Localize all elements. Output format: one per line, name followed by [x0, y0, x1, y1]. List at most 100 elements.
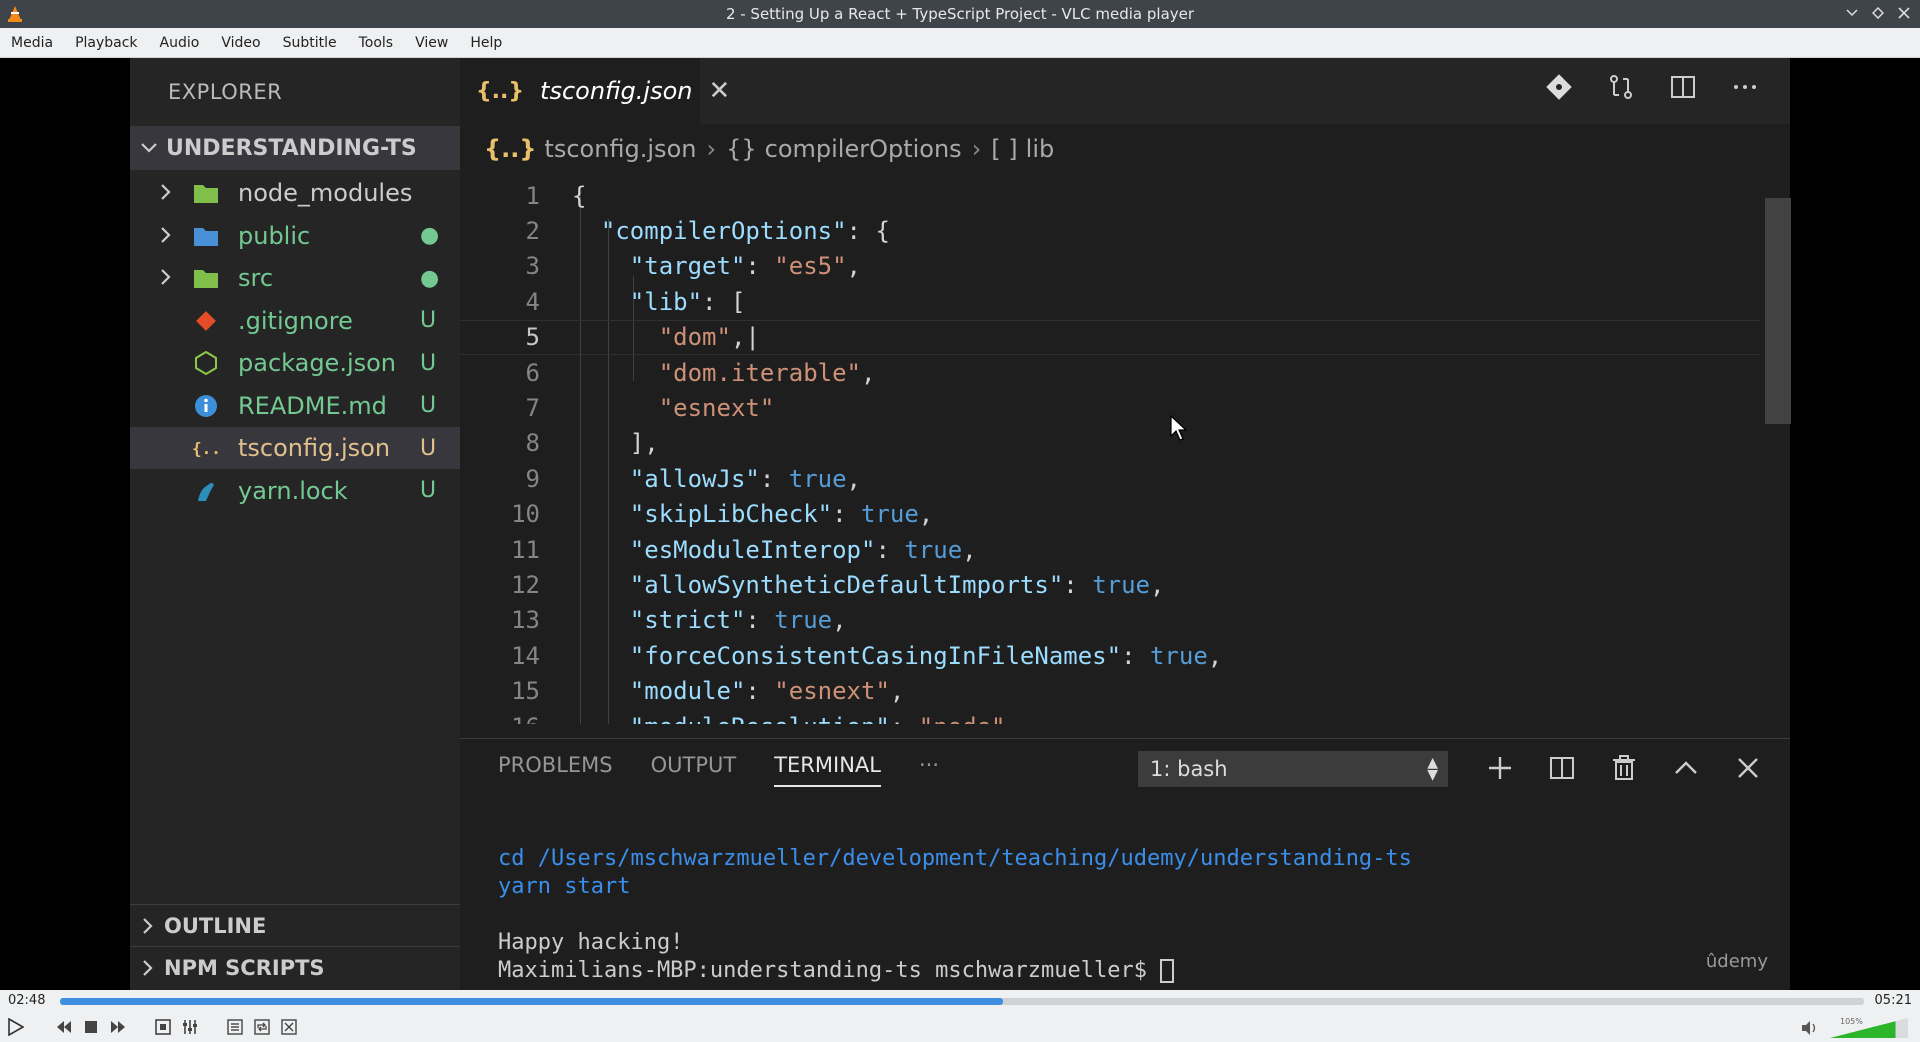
tree-item: package.json U: [130, 342, 460, 384]
tab-terminal: TERMINAL: [774, 753, 881, 787]
tab-close-icon: ✕: [708, 76, 731, 106]
code-line: 8 ],: [460, 426, 1760, 461]
code-text: "module": "esnext",: [629, 677, 905, 706]
terminal-selector: 1: bash ▲ ▼: [1138, 751, 1448, 787]
folder-icon: [192, 264, 220, 292]
udemy-watermark: ûdemy: [1705, 951, 1768, 972]
code-line: 4 "lib": [: [460, 284, 1760, 319]
chevron-right-icon: [160, 179, 172, 207]
yarn-icon: [192, 477, 220, 505]
object-icon: {}: [726, 135, 757, 163]
code-text: "dom.iterable",: [658, 358, 876, 387]
git-status-badge: U: [420, 393, 437, 418]
open-changes-icon: [1606, 72, 1636, 102]
code-text: "target": "es5",: [629, 252, 861, 281]
git-icon: [192, 307, 220, 335]
maximize-panel-icon: [1671, 753, 1701, 783]
breadcrumb-file: tsconfig.json: [544, 135, 697, 163]
shuffle-button[interactable]: [278, 1016, 300, 1038]
terminal-command: yarn start: [498, 874, 631, 899]
loop-button[interactable]: [251, 1016, 273, 1038]
terminal-message: Happy hacking!: [498, 930, 684, 955]
git-status-badge: ●: [420, 265, 440, 291]
code-line: 16 "moduleResolution": "node",: [460, 709, 1760, 725]
breadcrumb-array: lib: [1025, 135, 1055, 163]
video-area[interactable]: EXPLORER UNDERSTANDING-TS node_modules pu…: [0, 58, 1920, 990]
trash-icon: [1609, 753, 1639, 783]
explorer-sidebar: EXPLORER UNDERSTANDING-TS node_modules pu…: [130, 58, 460, 990]
terminal-command: cd /Users/mschwarzmueller/development/te…: [498, 846, 1412, 871]
playlist-button[interactable]: [224, 1016, 246, 1038]
tree-item-label: tsconfig.json: [238, 434, 391, 462]
tree-item-label: package.json: [238, 349, 397, 377]
git-status-badge: U: [420, 308, 437, 333]
seek-slider[interactable]: [60, 998, 1864, 1005]
git-status-badge: U: [420, 350, 437, 376]
outline-label: OUTLINE: [164, 913, 267, 938]
seek-progress: [60, 998, 1004, 1005]
code-editor[interactable]: 1{2 "compilerOptions": {3 "target": "es5…: [460, 174, 1790, 724]
tree-item-label: .gitignore: [238, 306, 353, 335]
line-number: 3: [525, 252, 540, 281]
code-line: 5 "dom",|: [460, 319, 1760, 355]
chevron-right-icon: [143, 917, 153, 934]
project-header: UNDERSTANDING-TS: [130, 126, 460, 170]
vlc-cone-icon: [8, 6, 22, 22]
chevron-right-icon: [160, 222, 172, 250]
speaker-icon[interactable]: [1802, 1021, 1816, 1035]
menu-help[interactable]: Help: [459, 35, 513, 51]
menu-tools[interactable]: Tools: [348, 35, 405, 51]
minimize-icon[interactable]: [1844, 4, 1860, 22]
tab-output: OUTPUT: [650, 753, 737, 777]
code-line: 11 "esModuleInterop": true,: [460, 532, 1760, 567]
next-button[interactable]: [107, 1016, 129, 1038]
code-text: "allowJs": true,: [629, 464, 861, 493]
stop-button[interactable]: [80, 1016, 102, 1038]
menu-media[interactable]: Media: [0, 35, 64, 51]
chevron-right-icon: ›: [971, 135, 982, 163]
outline-section: OUTLINE: [130, 904, 460, 946]
node-icon: [192, 349, 220, 377]
elapsed-time: 02:48: [8, 993, 46, 1008]
tree-item: README.md U: [130, 385, 460, 427]
panel-more-icon: ···: [918, 753, 940, 777]
line-number: 2: [525, 216, 540, 245]
fullscreen-button[interactable]: [152, 1016, 174, 1038]
code-line: 3 "target": "es5",: [460, 249, 1760, 284]
tab-problems: PROBLEMS: [498, 753, 613, 777]
line-number: 12: [511, 570, 540, 599]
menu-playback[interactable]: Playback: [64, 35, 148, 51]
play-button[interactable]: [4, 1016, 26, 1038]
mouse-pointer-icon: [1170, 415, 1188, 441]
menu-subtitle[interactable]: Subtitle: [272, 35, 348, 51]
scrollbar-thumb[interactable]: [1765, 198, 1791, 424]
tree-item: {..} tsconfig.json U: [130, 427, 460, 469]
chevron-right-icon: ›: [706, 135, 717, 163]
new-terminal-icon: [1485, 753, 1515, 783]
code-text: "lib": [: [629, 287, 746, 316]
breadcrumb-object: compilerOptions: [764, 135, 962, 163]
tree-item: src ●: [130, 257, 460, 299]
code-text: "dom",|: [658, 323, 760, 352]
volume-slider[interactable]: 105%: [1800, 1014, 1910, 1040]
menu-video[interactable]: Video: [210, 35, 271, 51]
menu-audio[interactable]: Audio: [149, 35, 211, 51]
maximize-icon[interactable]: [1870, 4, 1886, 22]
close-icon[interactable]: [1896, 4, 1912, 22]
terminal-selector-value: 1: bash: [1150, 757, 1228, 781]
total-time: 05:21: [1874, 993, 1912, 1008]
menu-view[interactable]: View: [404, 35, 459, 51]
code-text: "moduleResolution": "node",: [572, 713, 1020, 725]
extended-settings-button[interactable]: [179, 1016, 201, 1038]
terminal-cursor: [1160, 959, 1175, 983]
chevron-down-icon: [141, 143, 157, 153]
line-number: 13: [511, 606, 540, 635]
editor-scrollbar[interactable]: [1765, 168, 1791, 728]
git-status-badge: U: [420, 478, 437, 503]
chevron-right-icon: [143, 959, 153, 976]
split-editor-icon: [1668, 72, 1698, 102]
git-status-badge: U: [420, 435, 437, 461]
json-icon: {..}: [192, 434, 220, 462]
line-number: 4: [525, 287, 540, 316]
previous-button[interactable]: [53, 1016, 75, 1038]
